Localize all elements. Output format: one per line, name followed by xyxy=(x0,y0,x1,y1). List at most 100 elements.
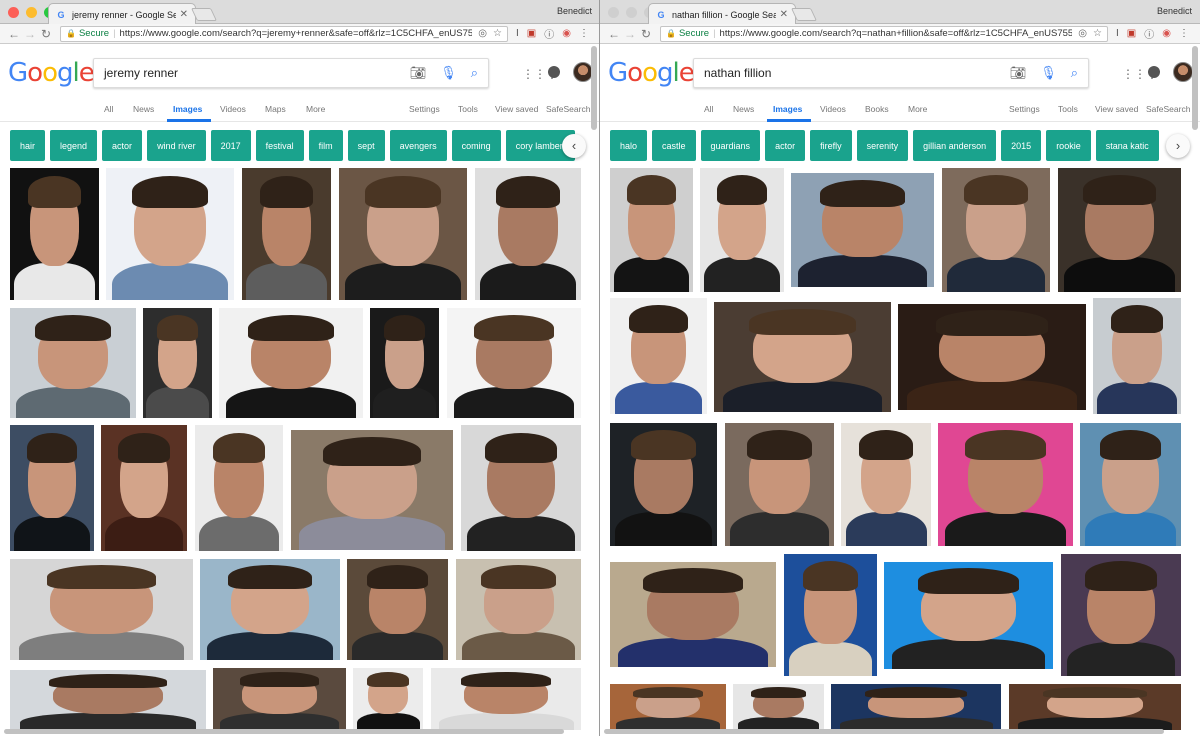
image-result-thumbnail[interactable] xyxy=(431,668,581,730)
person-hair-shape xyxy=(259,175,314,208)
person-hair-shape xyxy=(1110,304,1164,333)
image-result-thumbnail[interactable] xyxy=(339,168,467,300)
person-hair-shape xyxy=(865,686,967,698)
person-body-shape xyxy=(614,257,689,292)
image-result-thumbnail[interactable] xyxy=(101,425,187,551)
person-body-shape xyxy=(1085,511,1176,546)
person-hair-shape xyxy=(156,314,199,341)
person-body-shape xyxy=(704,257,780,292)
image-result-thumbnail[interactable] xyxy=(143,308,212,418)
vertical-scrollbar[interactable] xyxy=(1192,46,1198,130)
image-result-thumbnail[interactable] xyxy=(219,308,363,418)
person-body-shape xyxy=(453,387,575,418)
horizontal-scrollbar[interactable] xyxy=(4,729,564,734)
person-body-shape xyxy=(299,516,445,550)
image-result-thumbnail[interactable] xyxy=(213,668,346,730)
horizontal-scrollbar[interactable] xyxy=(604,729,1164,734)
person-hair-shape xyxy=(35,314,111,341)
image-result-thumbnail[interactable] xyxy=(242,168,331,300)
person-hair-shape xyxy=(1043,686,1147,698)
image-results-grid xyxy=(600,0,1200,736)
person-hair-shape xyxy=(716,175,768,206)
person-hair-shape xyxy=(633,686,703,698)
image-result-thumbnail[interactable] xyxy=(791,173,934,287)
person-hair-shape xyxy=(965,430,1046,460)
person-body-shape xyxy=(1097,381,1177,414)
image-result-thumbnail[interactable] xyxy=(898,304,1086,410)
person-body-shape xyxy=(1067,641,1175,676)
person-hair-shape xyxy=(27,175,82,208)
image-result-thumbnail[interactable] xyxy=(942,168,1050,292)
image-result-thumbnail[interactable] xyxy=(610,684,726,730)
image-result-thumbnail[interactable] xyxy=(347,559,448,660)
person-hair-shape xyxy=(496,175,560,208)
screen: G jeremy renner - Google Search ✕ Benedi… xyxy=(0,0,1200,736)
image-result-thumbnail[interactable] xyxy=(370,308,439,418)
image-result-thumbnail[interactable] xyxy=(10,425,94,551)
person-body-shape xyxy=(345,263,461,300)
image-result-thumbnail[interactable] xyxy=(447,308,581,418)
image-result-thumbnail[interactable] xyxy=(831,684,1001,730)
person-hair-shape xyxy=(228,565,312,590)
browser-window-left: G jeremy renner - Google Search ✕ Benedi… xyxy=(0,0,600,736)
person-hair-shape xyxy=(859,430,913,460)
browser-window-right: G nathan fillion - Google Search ✕ Bened… xyxy=(600,0,1200,736)
image-result-thumbnail[interactable] xyxy=(456,559,581,660)
image-result-thumbnail[interactable] xyxy=(938,423,1073,546)
image-result-thumbnail[interactable] xyxy=(10,168,99,300)
person-body-shape xyxy=(246,263,327,300)
person-body-shape xyxy=(373,387,436,418)
person-body-shape xyxy=(112,263,228,300)
person-hair-shape xyxy=(461,671,551,687)
person-body-shape xyxy=(730,511,829,546)
image-result-thumbnail[interactable] xyxy=(884,562,1053,669)
person-body-shape xyxy=(219,712,340,730)
person-body-shape xyxy=(798,255,927,287)
person-hair-shape xyxy=(631,430,696,460)
image-result-thumbnail[interactable] xyxy=(610,423,717,546)
image-result-thumbnail[interactable] xyxy=(610,168,693,292)
image-result-thumbnail[interactable] xyxy=(200,559,340,660)
image-result-thumbnail[interactable] xyxy=(841,423,931,546)
image-result-thumbnail[interactable] xyxy=(195,425,283,551)
image-result-thumbnail[interactable] xyxy=(1009,684,1181,730)
image-result-thumbnail[interactable] xyxy=(291,430,453,550)
person-body-shape xyxy=(462,631,575,660)
person-hair-shape xyxy=(46,565,157,590)
image-result-thumbnail[interactable] xyxy=(353,668,423,730)
image-result-thumbnail[interactable] xyxy=(610,562,776,667)
person-hair-shape xyxy=(1082,175,1157,206)
image-result-thumbnail[interactable] xyxy=(1058,168,1181,292)
vertical-scrollbar[interactable] xyxy=(591,46,597,130)
image-result-thumbnail[interactable] xyxy=(725,423,834,546)
person-hair-shape xyxy=(383,314,426,341)
image-result-thumbnail[interactable] xyxy=(10,670,206,730)
image-result-thumbnail[interactable] xyxy=(1080,423,1181,546)
image-result-thumbnail[interactable] xyxy=(1093,298,1181,414)
person-hair-shape xyxy=(239,671,320,687)
image-result-thumbnail[interactable] xyxy=(461,425,581,551)
image-result-thumbnail[interactable] xyxy=(475,168,581,300)
person-body-shape xyxy=(199,515,279,551)
person-body-shape xyxy=(845,511,927,546)
image-result-thumbnail[interactable] xyxy=(610,298,707,414)
person-body-shape xyxy=(467,515,575,551)
person-body-shape xyxy=(19,631,184,660)
person-body-shape xyxy=(105,515,183,551)
person-hair-shape xyxy=(746,430,813,460)
person-body-shape xyxy=(892,639,1045,669)
person-body-shape xyxy=(944,511,1067,546)
image-result-thumbnail[interactable] xyxy=(784,554,877,676)
image-result-thumbnail[interactable] xyxy=(10,308,136,418)
image-result-thumbnail[interactable] xyxy=(106,168,234,300)
image-result-thumbnail[interactable] xyxy=(1061,554,1181,676)
person-body-shape xyxy=(226,387,356,418)
person-body-shape xyxy=(947,257,1045,292)
person-hair-shape xyxy=(626,175,677,206)
image-result-thumbnail[interactable] xyxy=(714,302,891,412)
person-hair-shape xyxy=(749,308,856,335)
image-result-thumbnail[interactable] xyxy=(700,168,784,292)
image-result-thumbnail[interactable] xyxy=(10,559,193,660)
image-result-thumbnail[interactable] xyxy=(733,684,824,730)
person-hair-shape xyxy=(751,686,806,698)
